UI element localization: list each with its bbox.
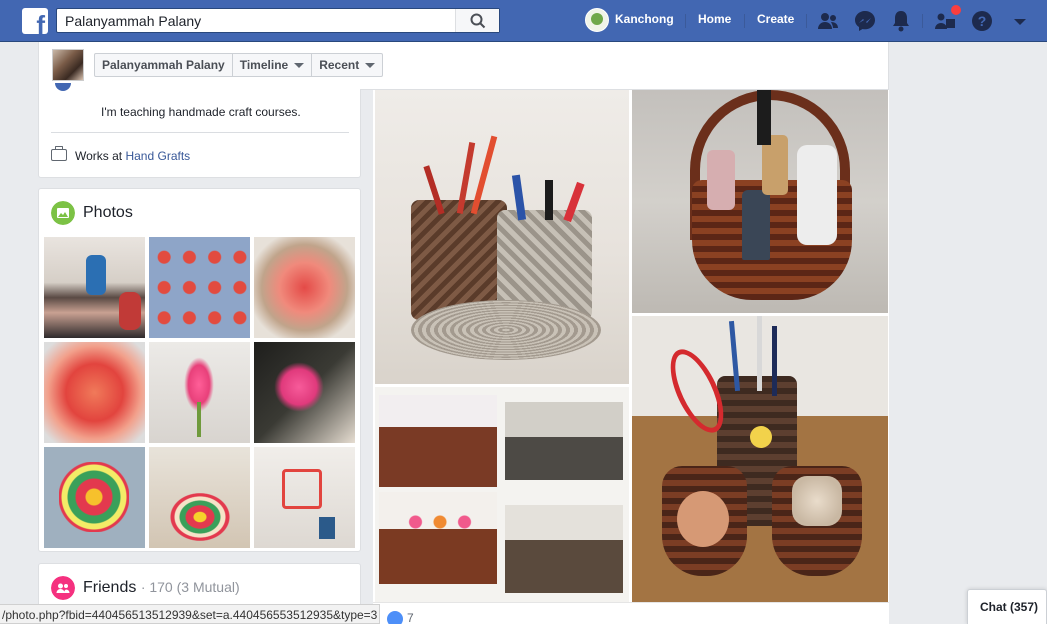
- post-photo-collage[interactable]: [373, 90, 889, 602]
- post-reactions-bar: 7: [373, 602, 889, 624]
- friends-icon: [51, 576, 75, 600]
- divider: [744, 14, 745, 28]
- divider: [922, 14, 923, 28]
- search-input[interactable]: [57, 9, 457, 32]
- search-button[interactable]: [455, 9, 499, 32]
- chevron-down-icon[interactable]: [1008, 9, 1032, 33]
- works-at-label: Works at: [75, 149, 126, 163]
- avatar: [585, 8, 609, 32]
- profile-nav: Palanyammah Palany Timeline Recent: [94, 53, 384, 77]
- photos-card: Photos: [38, 188, 361, 552]
- photos-grid: [44, 237, 356, 549]
- timeline-label: Timeline: [239, 58, 289, 72]
- photo-thumb[interactable]: [254, 342, 355, 443]
- photo-thumb[interactable]: [149, 342, 250, 443]
- intro-icon: [55, 83, 71, 91]
- recent-dropdown[interactable]: Recent: [312, 54, 382, 76]
- profile-avatar[interactable]: [52, 49, 84, 81]
- friend-requests-icon[interactable]: [816, 9, 840, 33]
- create-link[interactable]: Create: [757, 12, 794, 26]
- bio-text: I'm teaching handmade craft courses.: [101, 105, 301, 119]
- notification-badge: [951, 5, 961, 15]
- search-icon: [470, 13, 486, 29]
- photo-craft-collage[interactable]: [375, 387, 629, 602]
- browser-status-url: /photo.php?fbid=440456513512939&set=a.44…: [0, 604, 380, 624]
- profile-header: Palanyammah Palany Timeline Recent: [38, 42, 889, 90]
- svg-text:?: ?: [978, 13, 987, 29]
- recent-label: Recent: [319, 58, 360, 72]
- like-count[interactable]: 7: [407, 611, 414, 624]
- chat-button[interactable]: Chat (357): [967, 589, 1047, 624]
- briefcase-icon: [51, 146, 67, 161]
- photo-pen-holder[interactable]: [375, 90, 629, 384]
- photo-thumb[interactable]: [254, 447, 355, 548]
- photo-thumb[interactable]: [254, 237, 355, 338]
- photo-thumb[interactable]: [44, 342, 145, 443]
- photo-thumb[interactable]: [44, 237, 145, 338]
- photo-basket-set[interactable]: [632, 316, 888, 602]
- like-icon[interactable]: [387, 611, 403, 624]
- timeline-dropdown[interactable]: Timeline: [233, 54, 313, 76]
- intro-card: I'm teaching handmade craft courses. Wor…: [38, 83, 361, 178]
- photo-cosmetic-basket[interactable]: [632, 90, 888, 313]
- profile-name-label: Palanyammah Palany: [102, 58, 225, 72]
- divider: [806, 14, 807, 28]
- caret-down-icon: [365, 62, 376, 68]
- facebook-logo-icon[interactable]: f: [22, 8, 48, 34]
- photo-thumb[interactable]: [149, 447, 250, 548]
- friends-label[interactable]: Friends: [83, 579, 136, 596]
- photo-thumb[interactable]: [149, 237, 250, 338]
- caret-down-icon: [294, 62, 305, 68]
- profile-name: Kanchong: [615, 12, 674, 26]
- photo-thumb[interactable]: [44, 447, 145, 548]
- friends-title: Friends · 170 (3 Mutual): [83, 579, 240, 597]
- profile-name-button[interactable]: Palanyammah Palany: [95, 54, 233, 76]
- top-navbar: f Kanchong Home Create ?: [0, 0, 1047, 42]
- notifications-bell-icon[interactable]: [889, 9, 913, 33]
- home-link[interactable]: Home: [698, 12, 731, 26]
- friends-count: · 170 (3 Mutual): [140, 579, 240, 595]
- divider: [51, 132, 349, 133]
- photos-title[interactable]: Photos: [83, 204, 133, 222]
- help-icon[interactable]: ?: [970, 9, 994, 33]
- messenger-icon[interactable]: [853, 9, 877, 33]
- divider: [685, 14, 686, 28]
- workplace-link[interactable]: Hand Grafts: [125, 149, 190, 163]
- photos-icon: [51, 201, 75, 225]
- works-at: Works at Hand Grafts: [75, 149, 190, 163]
- search-box: [56, 8, 500, 33]
